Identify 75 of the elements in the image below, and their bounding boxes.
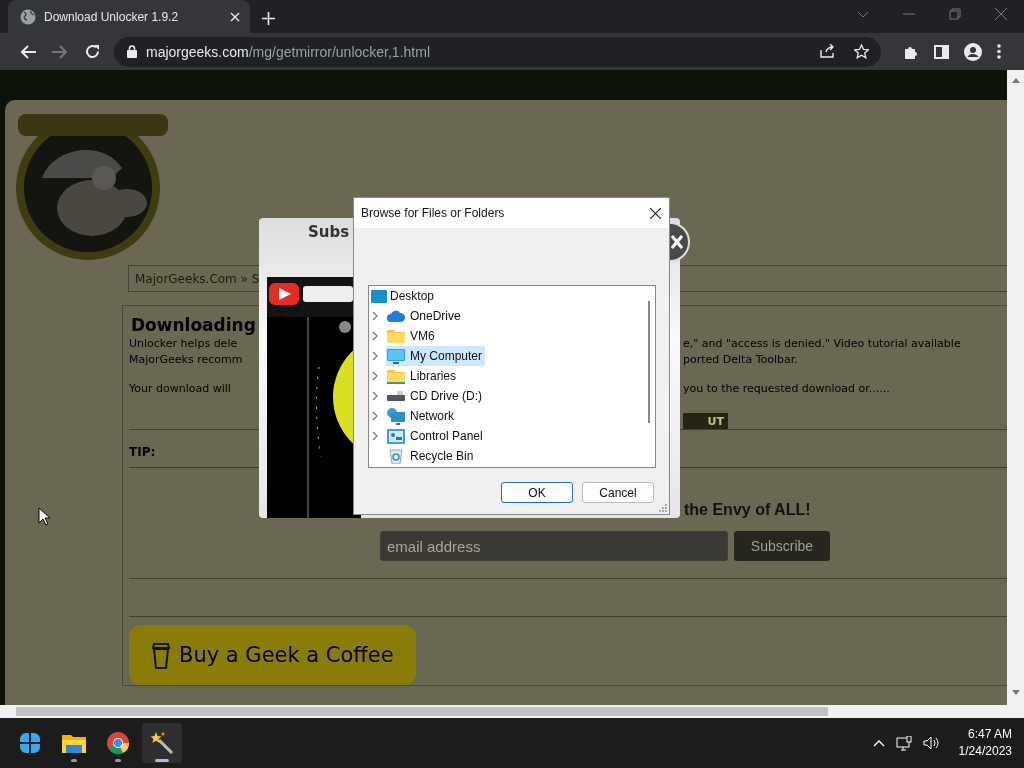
clock[interactable]: 6:47 AM 1/24/2023 [950, 726, 1024, 760]
description-text: e," and "access is denied." Video tutorial available [683, 336, 961, 352]
coffee-button[interactable]: Buy a Geek a Coffee [129, 625, 416, 685]
download-button[interactable]: UT [683, 413, 728, 429]
network-icon [387, 407, 405, 425]
tip-label: TIP: [129, 445, 156, 459]
tree-item[interactable]: CD Drive (D:) [386, 386, 485, 406]
tree-item[interactable]: Recycle Bin [386, 446, 477, 466]
cup-icon [151, 641, 171, 669]
monitor-icon [387, 348, 405, 364]
folder-icon [387, 368, 405, 384]
mouse-cursor-icon [38, 507, 50, 526]
popup-title: Subs [308, 223, 350, 241]
chevron-right-icon[interactable] [372, 311, 379, 321]
scroll-up-icon[interactable] [1011, 78, 1020, 83]
address-bar[interactable]: majorgeeks.com/mg/getmirror/unlocker,1.html [114, 36, 881, 67]
cloud-icon [387, 310, 405, 322]
windows-logo-icon [19, 732, 41, 754]
star-icon[interactable] [854, 44, 869, 59]
page-heading: Downloading [131, 315, 256, 335]
magic-wand-icon [150, 731, 174, 755]
side-panel-icon[interactable] [934, 44, 949, 59]
speaker-icon[interactable] [922, 736, 940, 750]
horizontal-scrollbar[interactable] [0, 705, 1024, 718]
network-icon[interactable] [895, 735, 912, 751]
share-icon[interactable] [820, 44, 835, 58]
drive-icon [387, 391, 405, 401]
tree-item[interactable]: My Computer [386, 346, 486, 366]
chevron-right-icon[interactable] [372, 371, 379, 381]
close-icon [650, 207, 661, 219]
cancel-button[interactable]: Cancel [582, 482, 654, 503]
close-icon [671, 235, 683, 249]
chevron-right-icon[interactable] [372, 351, 379, 361]
close-icon[interactable] [230, 11, 240, 22]
folder-icon [62, 733, 86, 753]
tab-title: Download Unlocker 1.9.2 [44, 9, 180, 24]
dialog-title: Browse for Files or Folders [361, 206, 505, 220]
scroll-down-icon[interactable] [1011, 690, 1020, 695]
lock-icon [127, 45, 137, 58]
new-tab-icon[interactable] [262, 12, 275, 25]
chevron-up-icon[interactable] [872, 739, 885, 747]
desktop-icon [371, 289, 387, 303]
email-field[interactable]: email address [380, 531, 728, 561]
scrollbar[interactable] [648, 301, 650, 423]
ok-button[interactable]: OK [501, 482, 573, 503]
tree-item[interactable]: Control Panel [386, 426, 486, 446]
description-text: you to the requested download or...... [683, 381, 890, 397]
description-text: Unlocker helps dele [129, 336, 238, 352]
description-text: ported Delta Toolbar. [683, 352, 798, 368]
chevron-right-icon[interactable] [372, 331, 379, 341]
profile-icon[interactable] [964, 42, 982, 61]
tree-item[interactable]: Libraries [386, 366, 460, 386]
tree-item[interactable]: Network [386, 406, 457, 426]
tree-item[interactable]: OneDrive [386, 306, 464, 326]
taskbar-app[interactable] [142, 723, 182, 763]
chrome-icon [106, 731, 130, 755]
subscribe-button[interactable]: Subscribe [734, 531, 830, 561]
chevron-right-icon[interactable] [372, 431, 379, 441]
back-arrow-icon[interactable] [20, 44, 36, 59]
browser-tab[interactable]: Download Unlocker 1.9.2 [8, 0, 250, 33]
control-panel-icon [387, 428, 405, 444]
forward-arrow-icon[interactable] [52, 44, 68, 59]
menu-icon[interactable] [997, 44, 1001, 59]
resize-grip-icon[interactable] [659, 504, 667, 512]
chevron-right-icon[interactable] [372, 411, 379, 421]
description-text: MajorGeeks recomm [129, 352, 243, 368]
globe-icon [20, 8, 36, 25]
description-text: Your download will [129, 381, 231, 397]
folder-icon [387, 329, 405, 343]
newsletter-heading: the Envy of ALL! [684, 502, 811, 518]
close-button[interactable] [648, 205, 663, 221]
reload-icon[interactable] [84, 44, 100, 59]
chevron-right-icon[interactable] [372, 391, 379, 401]
recycle-bin-icon [389, 448, 403, 464]
tree-item[interactable]: VM6 [386, 326, 438, 346]
